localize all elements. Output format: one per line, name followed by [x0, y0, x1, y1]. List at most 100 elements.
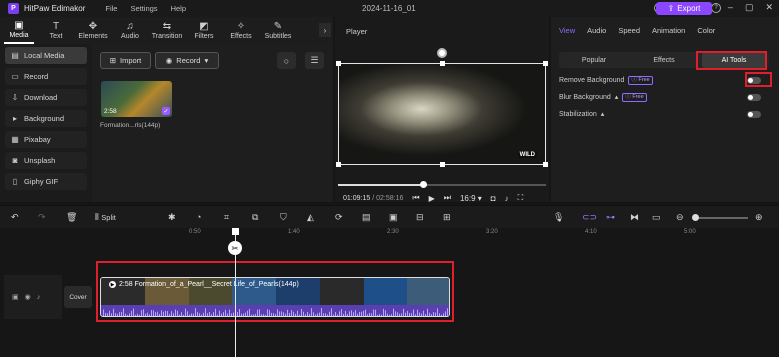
player-scrubber[interactable] [338, 181, 546, 188]
tab-elements[interactable]: ✥ Elements [78, 17, 108, 44]
resize-handle[interactable] [543, 162, 548, 167]
minimize-icon[interactable]: – [728, 2, 733, 13]
media-thumbnail[interactable]: 2:58 ✓ [101, 81, 172, 117]
maximize-icon[interactable]: ▢ [745, 2, 754, 13]
remove-background-label: Remove Background [559, 76, 625, 84]
skip-forward-icon[interactable]: ⏭ [444, 193, 451, 203]
split-button[interactable]: ⫴ Split [95, 212, 116, 223]
aspect-ratio-select[interactable]: 16:9 ▾ [460, 194, 482, 203]
magnet-icon[interactable]: ⊂⊃ [582, 212, 597, 222]
delete-icon[interactable]: 🗑 [66, 212, 77, 222]
zoom-slider[interactable] [693, 217, 748, 219]
giphy-icon: ▯ [12, 177, 18, 186]
rotate-icon[interactable]: ⟳ [335, 212, 343, 222]
freeze-icon[interactable]: ✱ [168, 212, 176, 222]
player-title: Player [346, 27, 368, 36]
zoom-slider-knob[interactable] [692, 214, 699, 221]
tabs-scroll-right-icon[interactable]: › [319, 23, 331, 37]
sidebar-item-download[interactable]: ⇩ Download [5, 89, 87, 106]
microphone-icon[interactable]: 🎙 [553, 212, 564, 222]
split-track-icon[interactable]: ⧓ [630, 212, 639, 222]
tab-animation[interactable]: Animation [652, 26, 685, 35]
track-lock-icon[interactable]: ▣ [12, 293, 19, 301]
blur-background-label: Blur Background [559, 93, 611, 101]
skip-back-icon[interactable]: ⏮ [412, 193, 419, 203]
tab-speed[interactable]: Speed [618, 26, 640, 35]
mask-icon[interactable]: ⛉ [280, 212, 287, 222]
export-button[interactable]: ⇪ Export [656, 2, 712, 15]
chevron-up-icon[interactable]: ▴ [615, 93, 619, 101]
subtab-effects[interactable]: Effects [629, 52, 699, 68]
menu-help[interactable]: Help [171, 4, 186, 13]
tab-effects[interactable]: ✧ Effects [226, 17, 256, 44]
stabilization-label: Stabilization [559, 110, 597, 118]
speed-icon[interactable]: ◔ [196, 212, 201, 222]
tab-audio[interactable]: Audio [587, 26, 606, 35]
mirror-icon[interactable]: ◭ [307, 212, 314, 222]
sidebar-item-unsplash[interactable]: ◙ Unsplash [5, 152, 87, 169]
audio-extract-icon[interactable]: ⊟ [416, 212, 424, 222]
highlight-ai-tools [696, 51, 767, 70]
sidebar-item-label: Unsplash [24, 156, 56, 165]
fullscreen-icon[interactable]: ⛶ [518, 193, 524, 203]
subtitle-icon[interactable]: ▣ [389, 212, 398, 222]
ruler-tick: 1:40 [288, 229, 300, 235]
snapshot-icon[interactable]: ◘ [491, 194, 496, 203]
menu-settings[interactable]: Settings [130, 4, 157, 13]
time-ruler[interactable]: 0:50 1:40 2:30 3:20 4:10 5:00 [90, 228, 779, 240]
stabilization-toggle[interactable] [747, 110, 761, 118]
video-preview[interactable]: WILD [336, 61, 548, 167]
redo-icon[interactable]: ↷ [38, 212, 46, 222]
menu-file[interactable]: File [105, 4, 117, 13]
sidebar-item-background[interactable]: ▸ Background [5, 110, 87, 127]
text-to-speech-icon[interactable]: ▤ [362, 212, 371, 222]
blur-background-toggle[interactable] [747, 93, 761, 101]
resize-handle[interactable] [543, 61, 548, 66]
scissors-icon[interactable]: ✂ [228, 241, 242, 255]
sidebar-item-local-media[interactable]: ▤ Local Media [5, 47, 87, 64]
track-visibility-icon[interactable]: ◉ [25, 293, 31, 301]
sidebar-item-record[interactable]: ▭ Record [5, 68, 87, 85]
link-icon[interactable]: ⊶ [606, 212, 615, 222]
tab-color[interactable]: Color [697, 26, 715, 35]
crop-icon[interactable]: ⌗ [224, 212, 229, 222]
list-view-icon[interactable]: ☰ [305, 52, 324, 69]
record-label: Record [176, 56, 201, 65]
play-icon[interactable]: ▶ [429, 194, 435, 203]
add-track-icon[interactable]: ⊞ [443, 212, 451, 222]
track-mute-icon[interactable]: ♪ [37, 294, 41, 301]
resize-handle[interactable] [440, 162, 445, 167]
sidebar-item-giphy[interactable]: ▯ Giphy GIF [5, 173, 87, 190]
zoom-in-icon[interactable]: ⊕ [755, 212, 763, 222]
checkmark-icon: ✓ [162, 107, 170, 115]
tab-text[interactable]: T Text [41, 17, 71, 44]
scrubber-knob[interactable] [420, 181, 428, 188]
volume-icon[interactable]: ♪ [505, 194, 509, 203]
zoom-out-icon[interactable]: ⊖ [676, 212, 684, 222]
help-icon[interactable]: ? [711, 3, 721, 13]
tab-audio[interactable]: ♫ Audio [115, 17, 145, 44]
scrubber-fill [338, 184, 424, 186]
search-icon[interactable]: ○ [277, 52, 296, 69]
resize-handle[interactable] [336, 162, 341, 167]
tab-media[interactable]: ▣ Media [4, 17, 34, 44]
tab-transition[interactable]: ⇆ Transition [152, 17, 182, 44]
cover-button[interactable]: Cover [64, 286, 92, 308]
tab-view[interactable]: View [559, 26, 575, 35]
transform-icon[interactable]: ⧉ [252, 212, 258, 222]
undo-icon[interactable]: ↶ [11, 212, 19, 222]
sidebar-item-pixabay[interactable]: ▦ Pixabay [5, 131, 87, 148]
tab-filters[interactable]: ◩ Filters [189, 17, 219, 44]
chevron-up-icon[interactable]: ▴ [601, 110, 605, 118]
resize-handle[interactable] [440, 61, 445, 66]
tab-subtitles[interactable]: ✎ Subtitles [263, 17, 293, 44]
subtab-popular[interactable]: Popular [559, 52, 629, 68]
rotate-handle[interactable] [437, 48, 447, 58]
close-icon[interactable]: ✕ [765, 2, 773, 13]
fit-icon[interactable]: ▭ [652, 212, 661, 222]
resize-handle[interactable] [336, 61, 341, 66]
playhead-handle[interactable] [232, 228, 239, 235]
sidebar-item-label: Giphy GIF [24, 177, 59, 186]
record-button[interactable]: ◉ Record ▾ [155, 52, 219, 69]
import-button[interactable]: ⊞ Import [100, 52, 151, 69]
